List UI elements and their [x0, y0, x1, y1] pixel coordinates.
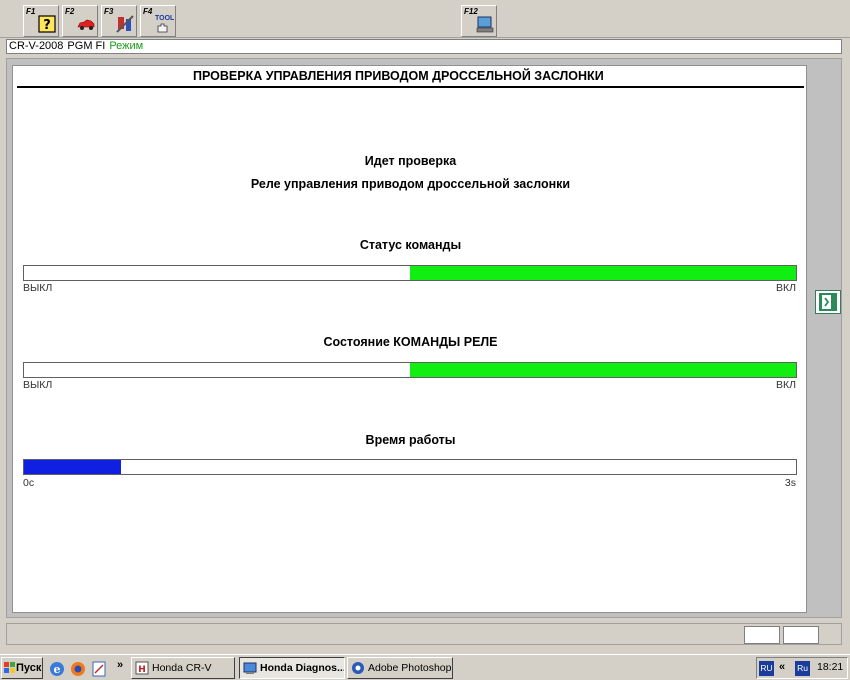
f1-help-button[interactable]: F1 ? [23, 5, 59, 37]
relay-state-bar [23, 362, 797, 378]
tools-icon [116, 15, 134, 33]
task-honda-diagnos[interactable]: Honda Diagnos... [239, 657, 345, 679]
task-honda-crv[interactable]: H Honda CR-V [131, 657, 235, 679]
internet-explorer-icon[interactable]: e [48, 660, 66, 678]
notepad-icon[interactable] [90, 660, 108, 678]
run-time-min-label: 0с [23, 477, 35, 489]
command-status-min-label: ВЫКЛ [23, 282, 53, 294]
language-indicator-1[interactable]: RU [759, 661, 774, 676]
tray-expand-chevron[interactable]: « [779, 661, 785, 673]
vehicle-info-strip: CR-V-2008 PGM FI Режим [6, 39, 842, 54]
bottom-status-bar [6, 623, 842, 645]
car-icon [77, 19, 95, 30]
status-cell-2 [783, 626, 819, 644]
task-adobe-photoshop[interactable]: Adobe Photoshop [347, 657, 453, 679]
start-button[interactable]: Пуск [1, 657, 43, 679]
diagnostic-app-icon [243, 662, 257, 674]
windows-taskbar: Пуск e » H Honda CR-V Honda Diagnos... A… [0, 654, 850, 680]
svg-text:e: e [54, 663, 61, 676]
language-indicator-2[interactable]: Ru [795, 661, 810, 676]
relay-state-min-label: ВЫКЛ [23, 379, 53, 391]
f3-tools-button[interactable]: F3 [101, 5, 137, 37]
svg-text:H: H [138, 665, 146, 675]
checking-status-text: Идет проверка [364, 154, 457, 168]
command-status-title: Статус команды [359, 238, 462, 252]
computer-icon [476, 16, 494, 33]
function-toolbar: F1 ? F2 F3 F4 TOOL F12 [0, 0, 850, 38]
run-time-title: Время работы [365, 433, 456, 447]
f3-label: F3 [104, 7, 114, 16]
task-label: Honda Diagnos... [260, 662, 345, 674]
photoshop-app-icon [352, 662, 364, 674]
f2-label: F2 [65, 7, 75, 16]
run-time-fill [24, 460, 121, 474]
status-cell-1 [744, 626, 780, 644]
exit-button[interactable] [815, 290, 841, 314]
task-label: Adobe Photoshop [368, 662, 452, 674]
run-time-max-label: 3s [784, 477, 796, 489]
command-status-fill [410, 266, 796, 280]
vehicle-system: PGM FI [67, 40, 106, 52]
f2-vehicle-button[interactable]: F2 [62, 5, 98, 37]
test-panel: ПРОВЕРКА УПРАВЛЕНИЯ ПРИВОДОМ ДРОССЕЛЬНОЙ… [12, 65, 807, 613]
tool-text: TOOL [155, 15, 175, 22]
f12-computer-button[interactable]: F12 [461, 5, 497, 37]
relay-state-max-label: ВКЛ [775, 379, 796, 391]
system-tray: RU « Ru 18:21 [756, 657, 848, 679]
command-status-max-label: ВКЛ [775, 282, 796, 294]
clock: 18:21 [817, 661, 844, 673]
relay-state-fill [410, 363, 796, 377]
page-title: ПРОВЕРКА УПРАВЛЕНИЯ ПРИВОДОМ ДРОССЕЛЬНОЙ… [193, 69, 604, 83]
task-label: Honda CR-V [152, 662, 212, 674]
f4-label: F4 [143, 7, 153, 16]
run-time-bar [23, 459, 797, 475]
help-icon: ? [38, 15, 56, 33]
f4-tool-button[interactable]: F4 TOOL [140, 5, 176, 37]
vehicle-model: CR-V-2008 [9, 40, 64, 52]
f1-label: F1 [26, 7, 36, 16]
mode-indicator: Режим [107, 40, 146, 52]
windows-flag-icon [4, 662, 15, 673]
start-label: Пуск [16, 662, 42, 674]
honda-app-icon: H [135, 661, 149, 675]
svg-text:?: ? [43, 18, 51, 33]
exit-door-icon [819, 293, 837, 311]
quicklaunch-overflow[interactable]: » [117, 659, 123, 671]
firefox-icon[interactable] [69, 660, 87, 678]
title-divider [17, 86, 804, 88]
relay-state-title: Состояние КОМАНДЫ РЕЛЕ [323, 335, 498, 349]
command-status-bar [23, 265, 797, 281]
relay-name-text: Реле управления приводом дроссельной зас… [250, 177, 571, 191]
